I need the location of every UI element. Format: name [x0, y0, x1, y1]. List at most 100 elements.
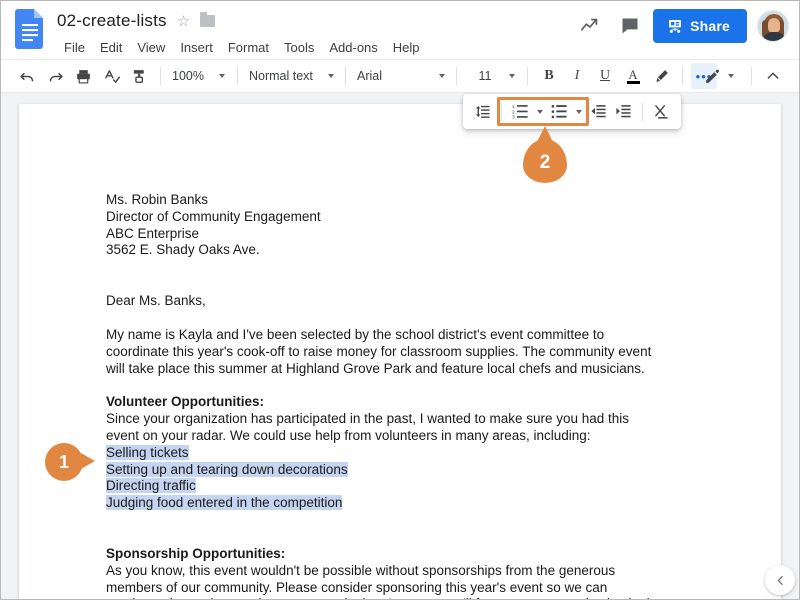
font-size-dropdown[interactable]: 11: [464, 63, 520, 89]
volunteer-heading: Volunteer Opportunities:: [106, 394, 264, 410]
document-content[interactable]: Ms. Robin Banks Director of Community En…: [19, 104, 781, 599]
chevron-down-icon: [537, 109, 543, 114]
chevron-down-icon: [728, 74, 734, 78]
zoom-level-dropdown[interactable]: 100%: [168, 63, 230, 89]
menu-item-view[interactable]: View: [130, 37, 172, 58]
list-item[interactable]: Setting up and tearing down decorations: [106, 461, 781, 479]
line-spacing-icon[interactable]: [470, 99, 495, 124]
paragraph-style-value: Normal text: [249, 69, 313, 83]
share-button[interactable]: Share: [653, 9, 747, 43]
list-item[interactable]: Judging food entered in the competition: [106, 495, 781, 512]
overflow-toolbar-popup: 1 2 3: [463, 94, 681, 129]
bulleted-list-dropdown[interactable]: [572, 99, 586, 124]
italic-button[interactable]: I: [564, 63, 590, 89]
chevron-down-icon: [219, 74, 225, 78]
toolbar-divider: [160, 66, 161, 86]
list-item-text: Judging food entered in the competition: [106, 495, 343, 511]
bulleted-list-icon[interactable]: [547, 99, 572, 124]
app-header: 02-create-lists ☆ File Edit View Insert …: [1, 1, 799, 59]
bold-button[interactable]: B: [536, 63, 562, 89]
avatar-face: [768, 18, 780, 33]
star-outline-icon[interactable]: ☆: [177, 14, 190, 29]
collapse-toolbar-button[interactable]: [760, 63, 786, 89]
header-actions: Share: [573, 9, 789, 43]
menu-item-insert[interactable]: Insert: [173, 37, 220, 58]
menu-item-help[interactable]: Help: [386, 37, 427, 58]
folder-icon[interactable]: [200, 12, 216, 27]
google-docs-icon[interactable]: [15, 9, 45, 49]
undo-icon[interactable]: [14, 63, 40, 89]
list-item[interactable]: Directing traffic: [106, 478, 781, 495]
editing-mode-dropdown[interactable]: [700, 63, 744, 89]
toolbar-divider: [237, 66, 238, 86]
font-size-value: 11: [478, 69, 492, 83]
chevron-down-icon: [509, 74, 515, 78]
google-docs-window: 02-create-lists ☆ File Edit View Insert …: [0, 0, 800, 600]
callout-badge-1: 1: [45, 443, 95, 481]
numbered-list-icon[interactable]: 1 2 3: [508, 99, 533, 124]
print-icon[interactable]: [70, 63, 96, 89]
popup-divider: [642, 102, 643, 121]
volunteer-paragraph: Since your organization has participated…: [106, 411, 630, 443]
pencil-icon: [706, 69, 719, 83]
text-color-button[interactable]: A: [620, 63, 646, 89]
document-title[interactable]: 02-create-lists: [57, 11, 167, 31]
toolbar-divider: [345, 66, 346, 86]
address-line: 3562 E. Shady Oaks Ave.: [106, 242, 260, 258]
increase-indent-icon[interactable]: [611, 99, 636, 124]
toolbar-divider: [751, 66, 752, 86]
callout-badge-2-label: 2: [539, 152, 551, 173]
menu-item-edit[interactable]: Edit: [93, 37, 129, 58]
address-line: Director of Community Engagement: [106, 208, 321, 224]
sponsorship-heading: Sponsorship Opportunities:: [106, 545, 286, 561]
list-item-text: Selling tickets: [106, 444, 189, 460]
salutation: Dear Ms. Banks,: [106, 293, 206, 309]
decrease-indent-icon[interactable]: [586, 99, 611, 124]
text-color-label: A: [628, 67, 638, 82]
callout-badge-2: 2: [523, 126, 567, 183]
toolbar-divider: [456, 66, 457, 86]
document-page[interactable]: Ms. Robin Banks Director of Community En…: [19, 104, 781, 599]
sponsorship-paragraph: As you know, this event wouldn't be poss…: [106, 562, 662, 599]
callout-badge-1-label: 1: [58, 451, 69, 472]
text-color-swatch: [626, 81, 640, 84]
popup-divider: [501, 102, 502, 121]
formatting-toolbar: 100% Normal text Arial 11 B I U A •••: [1, 59, 799, 92]
menu-item-format[interactable]: Format: [221, 37, 276, 58]
chevron-left-icon: [777, 575, 783, 585]
paint-format-icon[interactable]: [126, 63, 152, 89]
address-line: Ms. Robin Banks: [106, 192, 209, 207]
svg-text:1: 1: [512, 104, 515, 110]
avatar[interactable]: [757, 10, 789, 42]
list-item-text: Directing traffic: [106, 478, 196, 494]
toolbar-right-group: [700, 63, 787, 89]
list-item[interactable]: Selling tickets: [106, 444, 781, 462]
spellcheck-icon[interactable]: [98, 63, 124, 89]
redo-icon[interactable]: [42, 63, 68, 89]
menu-item-addons[interactable]: Add-ons: [322, 37, 384, 58]
zoom-level-value: 100%: [172, 69, 204, 83]
paragraph-style-dropdown[interactable]: Normal text: [245, 63, 338, 89]
font-family-dropdown[interactable]: Arial: [353, 63, 449, 89]
expand-sidebar-button[interactable]: [765, 565, 795, 595]
menu-item-tools[interactable]: Tools: [277, 37, 321, 58]
intro-paragraph: My name is Kayla and I've been selected …: [106, 326, 652, 376]
clear-formatting-icon[interactable]: [649, 99, 674, 124]
comment-icon[interactable]: [613, 9, 647, 43]
svg-text:3: 3: [512, 115, 515, 120]
numbered-list-dropdown[interactable]: [533, 99, 547, 124]
menu-item-file[interactable]: File: [57, 37, 92, 58]
share-button-label: Share: [690, 18, 730, 34]
underline-button[interactable]: U: [592, 63, 618, 89]
highlight-pen-icon[interactable]: [648, 63, 674, 89]
svg-text:2: 2: [512, 109, 515, 115]
chevron-down-icon: [439, 74, 445, 78]
chevron-down-icon: [576, 109, 582, 114]
document-scroll-area[interactable]: Ms. Robin Banks Director of Community En…: [1, 92, 799, 599]
trending-up-icon[interactable]: [573, 9, 607, 43]
